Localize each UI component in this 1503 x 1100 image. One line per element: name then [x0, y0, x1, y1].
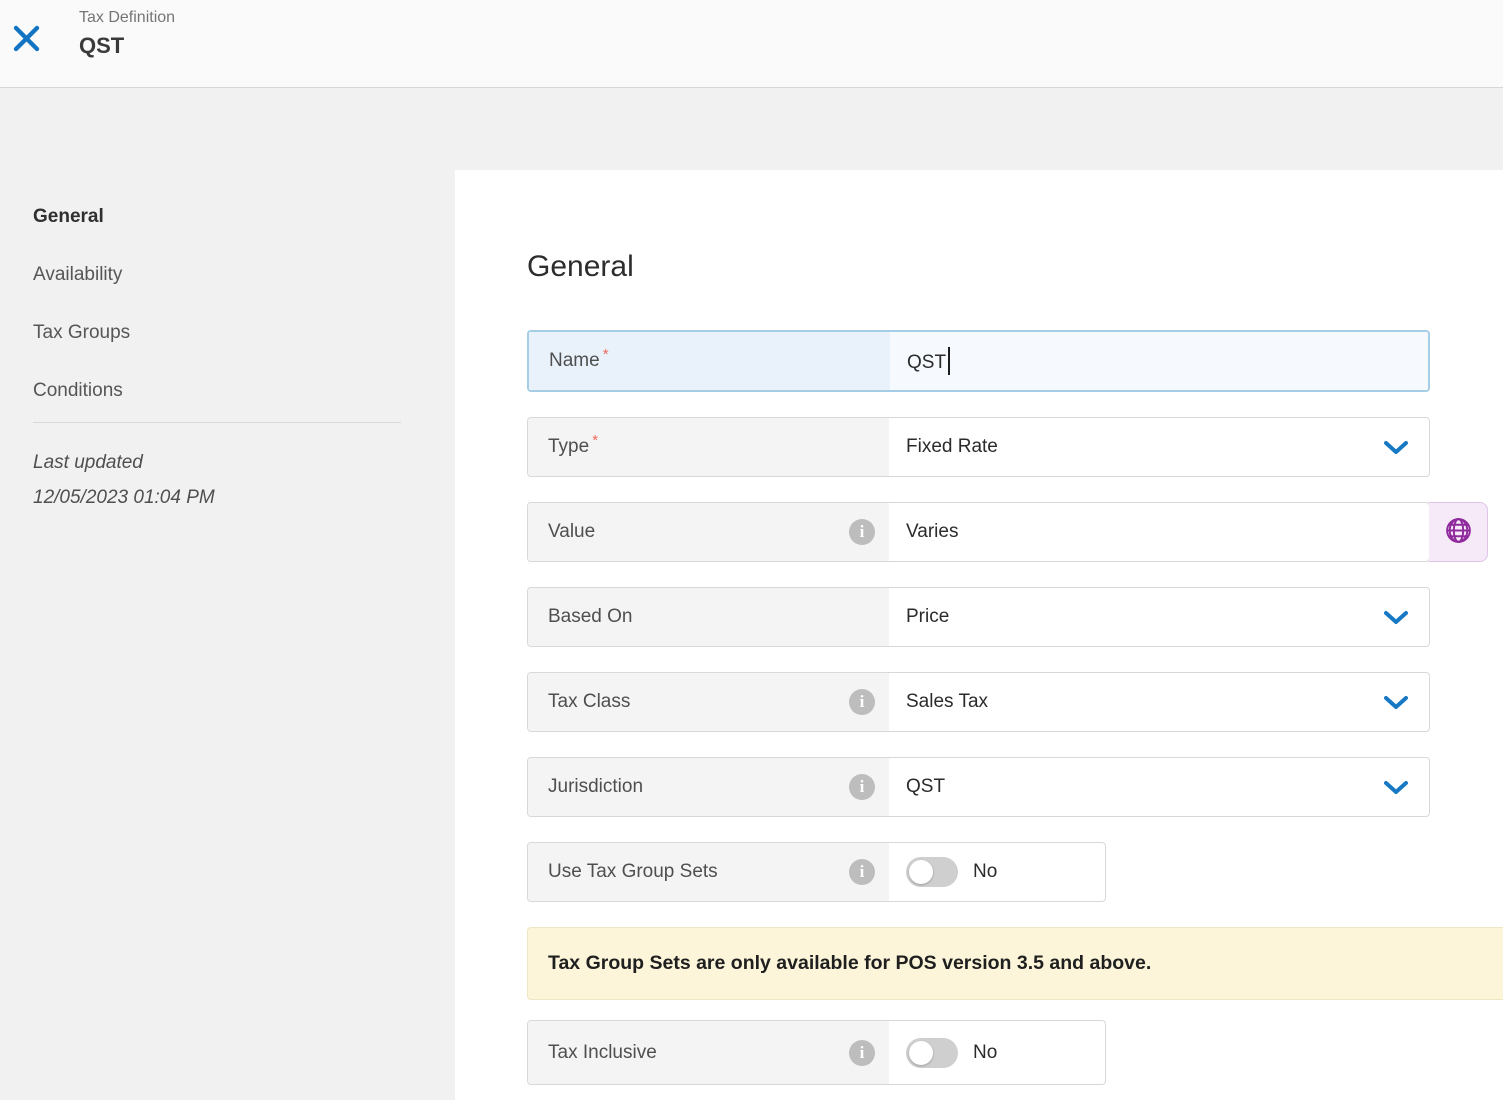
info-icon[interactable]: i	[849, 859, 875, 885]
last-updated-label: Last updated	[33, 445, 401, 480]
toggle-knob	[909, 860, 933, 884]
tax-inclusive-label: Tax Inclusive i	[528, 1021, 889, 1084]
chevron-down-icon	[1383, 780, 1409, 795]
info-icon[interactable]: i	[849, 689, 875, 715]
based-on-select[interactable]: Price	[889, 588, 1429, 646]
jurisdiction-label: Jurisdiction i	[528, 758, 889, 816]
main-panel: General Name* QST Type* Fixed Rate	[455, 170, 1503, 1100]
use-tax-group-sets-control: No	[889, 843, 1105, 901]
globe-icon	[1443, 515, 1474, 549]
sidebar: General Availability Tax Groups Conditio…	[33, 188, 401, 515]
section-heading: General	[527, 250, 1503, 284]
type-label: Type*	[528, 418, 889, 476]
field-row-jurisdiction: Jurisdiction i QST	[527, 757, 1430, 817]
chevron-down-icon	[1383, 440, 1409, 455]
info-icon[interactable]: i	[849, 1040, 875, 1066]
toggle-state-label: No	[973, 861, 997, 883]
required-asterisk: *	[592, 432, 598, 449]
field-row-name: Name* QST	[527, 330, 1430, 392]
sidebar-item-general[interactable]: General	[33, 188, 401, 246]
name-input[interactable]: QST	[890, 332, 1428, 390]
field-row-tax-class: Tax Class i Sales Tax	[527, 672, 1430, 732]
tax-inclusive-control: No	[889, 1021, 1105, 1084]
chevron-down-icon	[1383, 610, 1409, 625]
tax-definition-window: Tax Definition QST General Availability …	[0, 0, 1503, 1100]
last-updated-value: 12/05/2023 01:04 PM	[33, 480, 401, 515]
use-tax-group-sets-label: Use Tax Group Sets i	[528, 843, 889, 901]
sidebar-item-tax-groups[interactable]: Tax Groups	[33, 304, 401, 362]
tax-class-select[interactable]: Sales Tax	[889, 673, 1429, 731]
pos-version-banner: Tax Group Sets are only available for PO…	[527, 927, 1503, 1000]
sidebar-item-availability[interactable]: Availability	[33, 246, 401, 304]
page-title: QST	[79, 31, 175, 61]
chevron-down-icon	[1383, 695, 1409, 710]
info-icon[interactable]: i	[849, 774, 875, 800]
banner-text: Tax Group Sets are only available for PO…	[548, 952, 1151, 975]
toggle-knob	[909, 1041, 933, 1065]
tax-class-label: Tax Class i	[528, 673, 889, 731]
name-label: Name*	[529, 332, 890, 390]
info-icon[interactable]: i	[849, 519, 875, 545]
jurisdiction-select[interactable]: QST	[889, 758, 1429, 816]
header-titles: Tax Definition QST	[79, 7, 175, 61]
per-location-globe-button[interactable]	[1429, 502, 1488, 562]
type-select[interactable]: Fixed Rate	[889, 418, 1429, 476]
sidebar-divider	[33, 422, 401, 423]
field-row-value: Value i Varies	[527, 502, 1430, 562]
last-updated: Last updated 12/05/2023 01:04 PM	[33, 445, 401, 515]
value-input[interactable]: Varies	[889, 503, 1429, 561]
use-tax-group-sets-toggle[interactable]	[906, 857, 958, 887]
field-row-tax-inclusive: Tax Inclusive i No	[527, 1020, 1106, 1085]
sidebar-item-conditions[interactable]: Conditions	[33, 362, 401, 420]
header: Tax Definition QST	[0, 0, 1503, 88]
value-label: Value i	[528, 503, 889, 561]
field-row-type: Type* Fixed Rate	[527, 417, 1430, 477]
close-icon	[12, 24, 41, 56]
toggle-state-label: No	[973, 1042, 997, 1064]
tax-inclusive-toggle[interactable]	[906, 1038, 958, 1068]
close-button[interactable]	[11, 25, 41, 55]
based-on-label: Based On	[528, 588, 889, 646]
field-row-use-tax-group-sets: Use Tax Group Sets i No	[527, 842, 1106, 902]
text-caret	[948, 347, 950, 375]
breadcrumb: Tax Definition	[79, 7, 175, 29]
field-row-based-on: Based On Price	[527, 587, 1430, 647]
required-asterisk: *	[603, 346, 609, 363]
